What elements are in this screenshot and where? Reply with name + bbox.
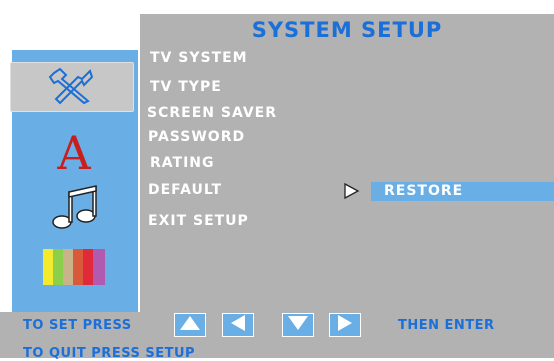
menu-item-default[interactable]: DEFAULT <box>148 182 222 198</box>
tools-icon <box>48 65 96 109</box>
down-arrow-icon <box>287 315 309 335</box>
menu-item-tv-type[interactable]: TV TYPE <box>150 79 222 95</box>
sidebar-item-audio[interactable] <box>12 184 136 234</box>
menu-item-tv-system[interactable]: TV SYSTEM <box>150 50 248 66</box>
enter-hint: THEN ENTER <box>398 318 495 333</box>
set-hint: TO SET PRESS <box>23 318 132 333</box>
menu-item-screen-saver[interactable]: SCREEN SAVER <box>147 105 277 121</box>
left-arrow-icon <box>230 314 246 336</box>
sidebar-item-video[interactable] <box>12 244 136 294</box>
up-button[interactable] <box>174 313 206 337</box>
menu-item-exit-setup[interactable]: EXIT SETUP <box>148 213 249 229</box>
right-button[interactable] <box>329 313 361 337</box>
left-button[interactable] <box>222 313 254 337</box>
down-button[interactable] <box>282 313 314 337</box>
menu-item-password[interactable]: PASSWORD <box>148 129 245 145</box>
color-bars-icon <box>43 249 105 289</box>
menu-item-rating[interactable]: RATING <box>150 155 215 171</box>
sidebar-item-system-setup[interactable] <box>10 62 134 112</box>
music-note-icon <box>49 182 99 236</box>
up-arrow-icon <box>179 315 201 335</box>
restore-label: RESTORE <box>384 183 464 199</box>
font-icon: A <box>57 126 91 180</box>
page-title: SYSTEM SETUP <box>251 18 443 42</box>
right-arrow-icon <box>337 314 353 336</box>
quit-hint: TO QUIT PRESS SETUP <box>23 346 196 361</box>
sidebar-item-language[interactable]: A <box>12 128 136 178</box>
play-arrow-icon <box>343 182 361 204</box>
